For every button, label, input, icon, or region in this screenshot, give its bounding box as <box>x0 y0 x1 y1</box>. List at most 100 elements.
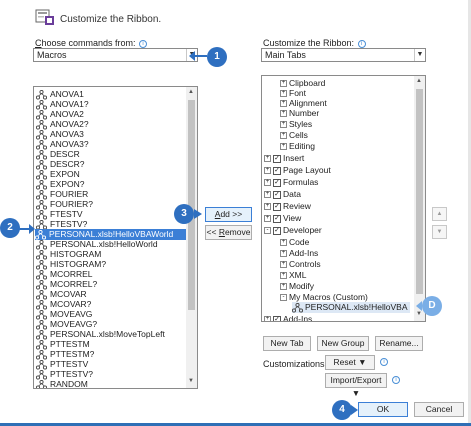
expand-icon[interactable]: + <box>264 167 271 175</box>
macro-icon <box>36 200 47 210</box>
ribbon-tree-node[interactable]: - ✓ Developer <box>264 225 322 236</box>
checkbox[interactable]: ✓ <box>273 166 281 175</box>
macro-icon <box>36 360 47 370</box>
new-tab-button[interactable]: New Tab <box>263 336 311 351</box>
ribbon-tree-node-label: Review <box>283 201 311 211</box>
expand-icon[interactable]: + <box>264 203 271 211</box>
expand-icon[interactable]: + <box>280 143 287 151</box>
macro-icon <box>36 170 47 180</box>
checkbox[interactable]: ✓ <box>273 226 281 235</box>
remove-button[interactable]: << Remove <box>205 225 252 240</box>
move-down-button[interactable]: ▼ <box>432 225 447 239</box>
expand-icon[interactable]: + <box>264 155 271 163</box>
ribbon-tree-scrollbar[interactable]: ▲ ▼ <box>414 76 425 321</box>
expand-icon[interactable]: + <box>280 121 287 129</box>
customizations-label: Customizations: <box>263 359 328 369</box>
scrollbar-thumb[interactable] <box>416 89 423 294</box>
checkbox[interactable]: ✓ <box>273 154 281 163</box>
scroll-up-icon[interactable]: ▲ <box>415 78 423 84</box>
ribbon-tree-node-label: Developer <box>283 225 322 235</box>
ribbon-tree-node[interactable]: + ✓ View <box>264 213 301 224</box>
checkbox[interactable]: ✓ <box>273 202 281 211</box>
rename-button[interactable]: Rename... <box>375 336 423 351</box>
ribbon-tree-node[interactable]: + ✓ Formulas <box>264 177 318 188</box>
collapse-icon[interactable]: - <box>264 227 271 235</box>
ribbon-tree-node[interactable]: + Editing <box>280 141 315 152</box>
commands-list[interactable]: ANOVA1 ANOVA1? ANOVA2 ANOVA2? ANOVA3 ANOVA3? D… <box>33 86 198 389</box>
checkbox[interactable]: ✓ <box>273 178 281 187</box>
ribbon-tree-node[interactable]: PERSONAL.xlsb!HelloVBA <box>291 302 410 313</box>
expand-icon[interactable]: + <box>280 80 287 88</box>
macro-icon <box>36 260 47 270</box>
ribbon-tree-node[interactable]: + ✓ Data <box>264 189 301 200</box>
commands-list-scrollbar[interactable]: ▲ ▼ <box>186 87 197 388</box>
ribbon-tree-node-label: Styles <box>289 119 313 129</box>
ribbon-tree-node-label: PERSONAL.xlsb!HelloVBA <box>305 302 408 312</box>
ribbon-tree-node-label: Insert <box>283 153 305 163</box>
macro-icon <box>36 210 47 220</box>
ribbon-tree-node[interactable]: + Cells <box>280 130 308 141</box>
expand-icon[interactable]: + <box>280 110 287 118</box>
ribbon-tree-node[interactable]: + Number <box>280 108 319 119</box>
ribbon-tree-node[interactable]: + ✓ Insert <box>264 153 304 164</box>
choose-commands-label: Choose commands from: i <box>35 38 148 48</box>
expand-icon[interactable]: + <box>264 179 271 187</box>
collapse-icon[interactable]: - <box>280 294 287 302</box>
macro-icon <box>36 180 47 190</box>
expand-icon[interactable]: + <box>280 250 287 258</box>
ribbon-tree-node[interactable]: + ✓ Page Layout <box>264 165 331 176</box>
ok-button[interactable]: OK <box>358 402 408 417</box>
reset-button[interactable]: Reset ▼ <box>325 355 375 370</box>
choose-commands-dropdown[interactable]: Macros ▼ <box>33 48 198 62</box>
scroll-down-icon[interactable]: ▼ <box>415 311 423 317</box>
ribbon-tree-node-label: My Macros (Custom) <box>289 292 368 302</box>
macro-icon <box>36 190 47 200</box>
macro-icon <box>36 300 47 310</box>
macro-icon <box>36 240 47 250</box>
add-button[interactable]: Add >> <box>205 207 252 222</box>
ribbon-tree-node[interactable]: + Add-Ins <box>280 248 318 259</box>
expand-icon[interactable]: + <box>264 215 271 223</box>
expand-icon[interactable]: + <box>280 132 287 140</box>
command-item-label: RANDOM <box>50 379 88 389</box>
ribbon-tree[interactable]: + Clipboard + Font + Alignment + Number + Styles +… <box>261 75 426 322</box>
macro-icon <box>36 310 47 320</box>
expand-icon[interactable]: + <box>280 100 287 108</box>
macro-icon <box>35 230 46 240</box>
customize-ribbon-dropdown[interactable]: Main Tabs ▼ <box>261 48 426 62</box>
scroll-down-icon[interactable]: ▼ <box>187 378 195 384</box>
ribbon-tree-node[interactable]: + XML <box>280 270 306 281</box>
expand-icon[interactable]: + <box>264 316 271 321</box>
ribbon-tree-node-label: Clipboard <box>289 78 326 88</box>
macro-icon <box>36 130 47 140</box>
callout-1-arrow <box>193 55 207 57</box>
expand-icon[interactable]: + <box>280 239 287 247</box>
checkbox[interactable]: ✓ <box>273 214 281 223</box>
new-group-button[interactable]: New Group <box>317 336 369 351</box>
checkbox[interactable]: ✓ <box>273 315 281 321</box>
ribbon-tree-node-label: Code <box>289 237 310 247</box>
expand-icon[interactable]: + <box>280 272 287 280</box>
expand-icon[interactable]: + <box>280 283 287 291</box>
ribbon-tree-node-label: Add-Ins <box>283 314 313 322</box>
expand-icon[interactable]: + <box>280 90 287 98</box>
ribbon-tree-node[interactable]: + Modify <box>280 281 314 292</box>
macro-icon <box>36 330 47 340</box>
cancel-button[interactable]: Cancel <box>414 402 464 417</box>
macro-icon <box>36 270 47 280</box>
checkbox[interactable]: ✓ <box>273 190 281 199</box>
expand-icon[interactable]: + <box>264 191 271 199</box>
expand-icon[interactable]: + <box>280 261 287 269</box>
ribbon-tree-node[interactable]: + ✓ Review <box>264 201 311 212</box>
ribbon-tree-node[interactable]: + ✓ Add-Ins <box>264 314 313 322</box>
ribbon-tree-node-label: Data <box>283 189 301 199</box>
ribbon-tree-node-label: Editing <box>289 141 315 151</box>
scroll-up-icon[interactable]: ▲ <box>187 89 195 95</box>
import-export-button[interactable]: Import/Export ▼ <box>325 373 387 398</box>
ribbon-tree-node[interactable]: + Controls <box>280 259 321 270</box>
move-up-button[interactable]: ▲ <box>432 207 447 221</box>
macro-icon <box>36 350 47 360</box>
ribbon-tree-node[interactable]: + Code <box>280 237 309 248</box>
ribbon-tree-node[interactable]: + Styles <box>280 119 312 130</box>
info-icon: i <box>139 39 148 48</box>
